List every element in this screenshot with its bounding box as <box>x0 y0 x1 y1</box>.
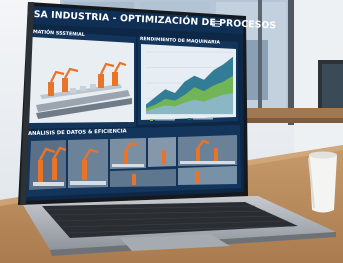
photo-scene: SA INDUSTRIA - OPTIMIZACIÓN DE PROCESOS … <box>0 0 343 263</box>
coffee-cup <box>308 151 337 213</box>
